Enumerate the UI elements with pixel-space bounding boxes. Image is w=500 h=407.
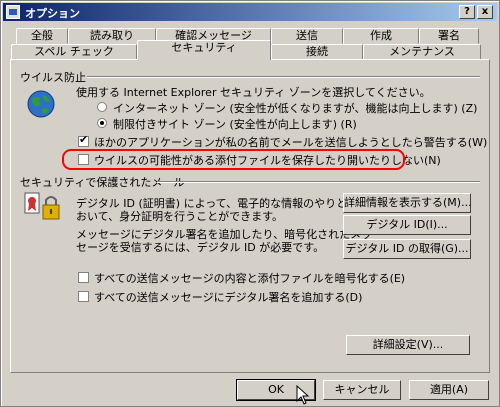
certificate-lock-icon <box>24 192 60 220</box>
warn-send-label[interactable]: ほかのアプリケーションが私の名前でメールを送信しようとしたら警告する(W) <box>94 134 487 150</box>
get-digital-id-button[interactable]: デジタル ID の取得(G)... <box>343 239 471 259</box>
encrypt-all-checkbox[interactable] <box>78 272 89 283</box>
digital-id-description-4: セージを受信するには、デジタル ID が必要です。 <box>76 241 325 254</box>
sign-all-label[interactable]: すべての送信メッセージにデジタル署名を追加する(D) <box>94 289 362 305</box>
warn-send-checkbox[interactable]: ✔ <box>78 133 89 147</box>
check-mark-icon: ✔ <box>79 133 89 146</box>
digital-id-description-2: おいて、身分証明を行うことができます。 <box>76 210 284 223</box>
show-details-button[interactable]: 詳細情報を表示する(M)... <box>343 193 472 213</box>
zone-description: 使用する Internet Explorer セキュリティ ゾーンを選択してくだ… <box>76 86 431 99</box>
options-dialog: オプション ? x 全般 読み取り 確認メッセージ 送信 作成 署名 スペル チ… <box>0 0 500 407</box>
advanced-settings-button[interactable]: 詳細設定(V)... <box>346 335 470 355</box>
cancel-button[interactable]: キャンセル <box>323 380 401 400</box>
zone-restricted-radio[interactable] <box>97 118 107 128</box>
zone-internet-radio[interactable] <box>97 102 107 112</box>
apply-button[interactable]: 適用(A) <box>409 380 489 400</box>
highlight-annotation <box>62 149 405 170</box>
globe-icon <box>27 90 55 118</box>
zone-restricted-label[interactable]: 制限付きサイト ゾーン (安全性が向上します) (R) <box>113 116 357 132</box>
zone-internet-label[interactable]: インターネット ゾーン (安全性が低くなりますが、機能は向上します) (Z) <box>113 100 477 116</box>
divider <box>87 76 480 78</box>
mouse-cursor-icon <box>296 385 310 405</box>
digital-id-button[interactable]: デジタル ID(I)... <box>343 215 471 235</box>
divider <box>157 181 480 183</box>
encrypt-all-label[interactable]: すべての送信メッセージの内容と添付ファイルを暗号化する(E) <box>94 270 405 286</box>
sign-all-checkbox[interactable] <box>78 291 89 302</box>
virus-protection-heading: ウイルス防止 <box>20 71 86 84</box>
